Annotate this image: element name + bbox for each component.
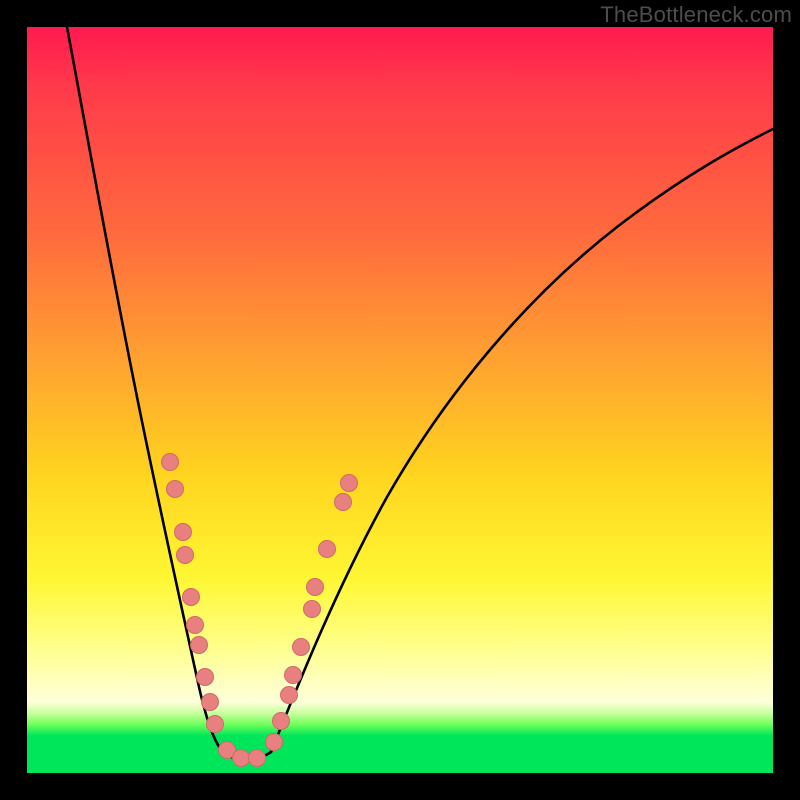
chart-frame: TheBottleneck.com [0, 0, 800, 800]
scatter-dot [281, 687, 298, 704]
scatter-dot [191, 637, 208, 654]
scatter-dot [285, 667, 302, 684]
scatter-dot [177, 547, 194, 564]
scatter-dot [187, 617, 204, 634]
scatter-dot [167, 481, 184, 498]
scatter-dot [183, 589, 200, 606]
scatter-dot [207, 716, 224, 733]
scatter-dot [341, 475, 358, 492]
scatter-dot [266, 734, 283, 751]
scatter-dot [273, 713, 290, 730]
scatter-dot [319, 541, 336, 558]
watermark-text: TheBottleneck.com [600, 2, 792, 28]
scatter-dot [304, 601, 321, 618]
scatter-dot [233, 750, 250, 767]
scatter-dot [202, 694, 219, 711]
curve-right-arm [271, 129, 773, 752]
scatter-dot [162, 454, 179, 471]
scatter-dot [175, 524, 192, 541]
plot-area [27, 27, 773, 773]
bottleneck-curve [27, 27, 773, 773]
scatter-dot [249, 750, 266, 767]
scatter-dot [293, 639, 310, 656]
scatter-dot [335, 494, 352, 511]
scatter-dot [197, 669, 214, 686]
scatter-dot [307, 579, 324, 596]
